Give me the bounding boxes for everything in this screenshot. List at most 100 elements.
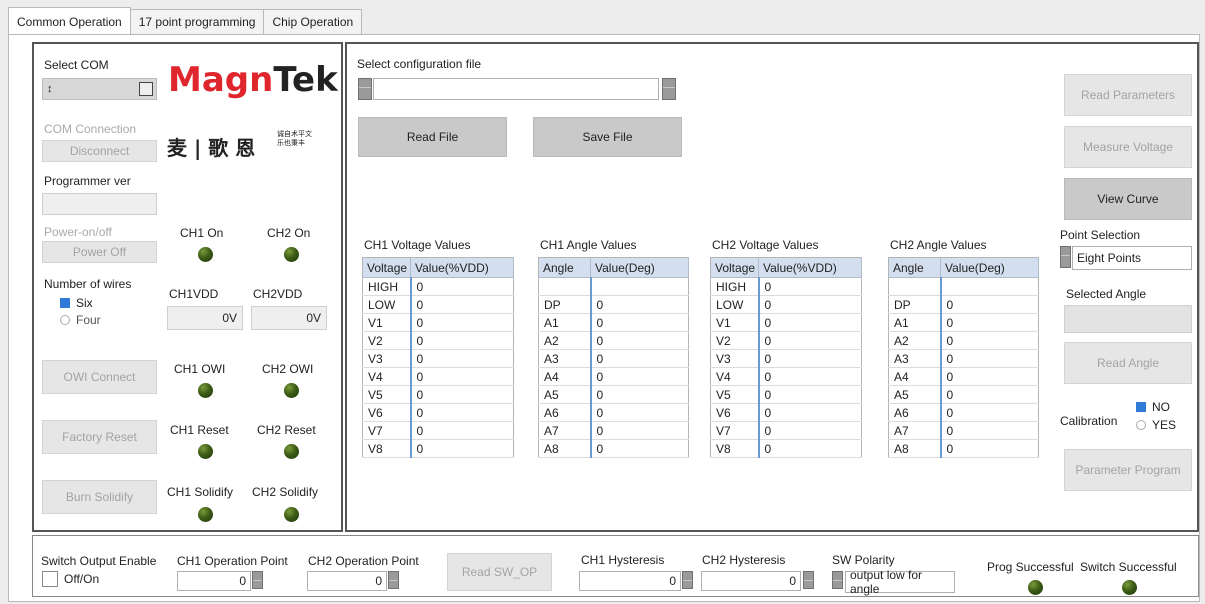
table-row[interactable]: A8 0: [538, 439, 689, 458]
table-row[interactable]: A3 0: [538, 349, 689, 368]
ch2-op-spinner[interactable]: [388, 571, 399, 589]
table-row[interactable]: A4 0: [538, 367, 689, 386]
table-row[interactable]: [538, 277, 689, 296]
ch1-hyst-spinner[interactable]: [682, 571, 693, 589]
table-cell-value[interactable]: 0: [410, 385, 514, 404]
table-row[interactable]: V5 0: [362, 385, 514, 404]
table-cell-value[interactable]: 0: [940, 385, 1039, 404]
read-file-button[interactable]: Read File: [358, 117, 507, 157]
table-cell-value[interactable]: 0: [940, 331, 1039, 350]
table-cell-value[interactable]: 0: [410, 313, 514, 332]
parameter-program-button[interactable]: Parameter Program: [1064, 449, 1192, 491]
point-selection-spinner[interactable]: [1060, 246, 1071, 268]
table-cell-value[interactable]: 0: [410, 439, 514, 458]
table-cell-value[interactable]: 0: [758, 385, 862, 404]
save-file-button[interactable]: Save File: [533, 117, 682, 157]
config-browse-button[interactable]: [662, 78, 676, 100]
table-row[interactable]: V3 0: [710, 349, 862, 368]
factory-reset-button[interactable]: Factory Reset: [42, 420, 157, 454]
table-row[interactable]: [888, 277, 1039, 296]
table-row[interactable]: A6 0: [538, 403, 689, 422]
read-parameters-button[interactable]: Read Parameters: [1064, 74, 1192, 116]
table-row[interactable]: LOW 0: [710, 295, 862, 314]
table-cell-value[interactable]: 0: [758, 421, 862, 440]
table-row[interactable]: A1 0: [538, 313, 689, 332]
ch1-op-field[interactable]: 0: [177, 571, 251, 591]
table-cell-value[interactable]: [940, 277, 1039, 296]
table-row[interactable]: V4 0: [710, 367, 862, 386]
com-dropdown-box[interactable]: [139, 82, 153, 96]
wire-six-radio[interactable]: [60, 298, 70, 308]
table-row[interactable]: V6 0: [362, 403, 514, 422]
table-row[interactable]: A7 0: [888, 421, 1039, 440]
ch1-hyst-field[interactable]: 0: [579, 571, 681, 591]
table-cell-value[interactable]: 0: [940, 313, 1039, 332]
wire-four-radio[interactable]: [60, 315, 70, 325]
table-cell-value[interactable]: 0: [590, 295, 689, 314]
table-cell-value[interactable]: 0: [758, 439, 862, 458]
table-row[interactable]: LOW 0: [362, 295, 514, 314]
table-row[interactable]: V8 0: [710, 439, 862, 458]
table-row[interactable]: A1 0: [888, 313, 1039, 332]
table-cell-value[interactable]: 0: [940, 403, 1039, 422]
table-row[interactable]: A3 0: [888, 349, 1039, 368]
table-row[interactable]: V7 0: [362, 421, 514, 440]
com-select[interactable]: ↕: [42, 78, 157, 100]
ch1-op-spinner[interactable]: [252, 571, 263, 589]
view-curve-button[interactable]: View Curve: [1064, 178, 1192, 220]
table-cell-value[interactable]: 0: [758, 277, 862, 296]
table-row[interactable]: V1 0: [362, 313, 514, 332]
table-cell-value[interactable]: 0: [940, 439, 1039, 458]
config-path-field[interactable]: [373, 78, 659, 100]
table-cell-value[interactable]: 0: [758, 403, 862, 422]
table-cell-value[interactable]: 0: [410, 403, 514, 422]
table-row[interactable]: A2 0: [538, 331, 689, 350]
table-row[interactable]: HIGH 0: [710, 277, 862, 296]
table-cell-value[interactable]: [590, 277, 689, 296]
table-cell-value[interactable]: 0: [758, 349, 862, 368]
table-cell-value[interactable]: 0: [410, 349, 514, 368]
tab-17-point-programming[interactable]: 17 point programming: [129, 9, 265, 35]
table-row[interactable]: A5 0: [538, 385, 689, 404]
power-off-button[interactable]: Power Off: [42, 241, 157, 263]
tab-chip-operation[interactable]: Chip Operation: [263, 9, 363, 35]
table-cell-value[interactable]: 0: [590, 367, 689, 386]
table-cell-value[interactable]: 0: [590, 349, 689, 368]
disconnect-button[interactable]: Disconnect: [42, 140, 157, 162]
point-selection-field[interactable]: Eight Points: [1072, 246, 1192, 270]
table-row[interactable]: A4 0: [888, 367, 1039, 386]
switch-output-checkbox[interactable]: [42, 571, 58, 587]
table-row[interactable]: A5 0: [888, 385, 1039, 404]
calibration-no-radio[interactable]: [1136, 402, 1146, 412]
table-row[interactable]: V4 0: [362, 367, 514, 386]
table-cell-value[interactable]: 0: [410, 367, 514, 386]
table-row[interactable]: V2 0: [362, 331, 514, 350]
table-cell-value[interactable]: 0: [758, 331, 862, 350]
sw-polarity-field[interactable]: output low for angle: [845, 568, 955, 596]
table-cell-value[interactable]: 0: [410, 295, 514, 314]
read-angle-button[interactable]: Read Angle: [1064, 342, 1192, 384]
table-row[interactable]: V3 0: [362, 349, 514, 368]
table-row[interactable]: V5 0: [710, 385, 862, 404]
ch1-voltage-table[interactable]: Voltage Value(%VDD) HIGH 0 LOW 0 V1 0 V2 0 V3 0 V4 0 V…: [362, 257, 514, 458]
tab-common-operation[interactable]: Common Operation: [8, 7, 131, 35]
ch1-angle-table[interactable]: Angle Value(Deg) DP 0 A1 0 A2 0 A3 0 A4 0 A5 0 A6 0 A7 0 A…: [538, 257, 689, 458]
table-cell-value[interactable]: 0: [940, 349, 1039, 368]
owi-connect-button[interactable]: OWI Connect: [42, 360, 157, 394]
ch2-angle-table[interactable]: Angle Value(Deg) DP 0 A1 0 A2 0 A3 0 A4 0 A5 0 A6 0 A7 0 A…: [888, 257, 1039, 458]
ch2-voltage-table[interactable]: Voltage Value(%VDD) HIGH 0 LOW 0 V1 0 V2 0 V3 0 V4 0 V…: [710, 257, 862, 458]
table-row[interactable]: A6 0: [888, 403, 1039, 422]
table-row[interactable]: V8 0: [362, 439, 514, 458]
table-row[interactable]: V1 0: [710, 313, 862, 332]
table-cell-value[interactable]: 0: [590, 385, 689, 404]
table-cell-value[interactable]: 0: [590, 421, 689, 440]
ch2-hyst-spinner[interactable]: [803, 571, 814, 589]
ch2-op-field[interactable]: 0: [307, 571, 387, 591]
table-cell-value[interactable]: 0: [758, 313, 862, 332]
table-row[interactable]: V2 0: [710, 331, 862, 350]
table-cell-value[interactable]: 0: [940, 421, 1039, 440]
table-row[interactable]: DP 0: [538, 295, 689, 314]
table-cell-value[interactable]: 0: [590, 313, 689, 332]
table-row[interactable]: V7 0: [710, 421, 862, 440]
calibration-yes-radio[interactable]: [1136, 420, 1146, 430]
